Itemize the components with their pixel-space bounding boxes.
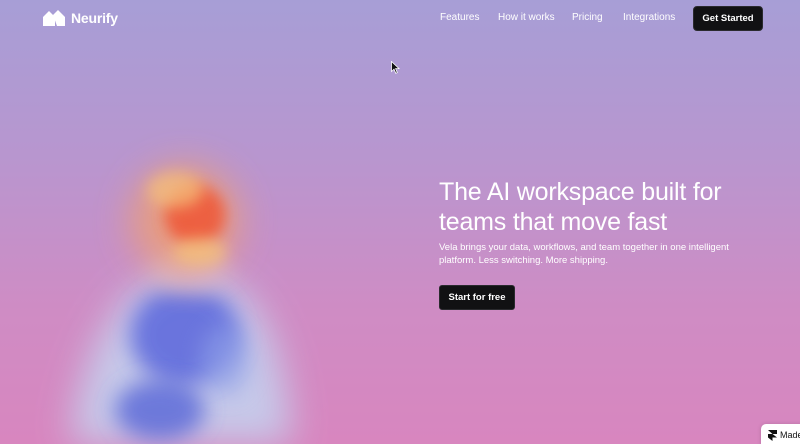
nav-link-integrations[interactable]: Integrations xyxy=(623,12,675,23)
nav-link-pricing[interactable]: Pricing xyxy=(572,12,603,23)
mouse-cursor-icon xyxy=(391,61,400,74)
made-with-badge[interactable]: Made xyxy=(761,424,800,444)
brand-logo[interactable]: Neurify xyxy=(43,10,118,26)
top-nav: Neurify Features How it works Pricing In… xyxy=(0,0,800,38)
badge-label: Made xyxy=(780,430,800,440)
nav-link-how-it-works[interactable]: How it works xyxy=(498,12,555,23)
framer-icon xyxy=(768,429,777,441)
brand-name: Neurify xyxy=(71,10,118,26)
hero-title: The AI workspace built for teams that mo… xyxy=(439,178,722,236)
hero-subtitle: Vela brings your data, workflows, and te… xyxy=(439,242,729,266)
nav-link-features[interactable]: Features xyxy=(440,12,479,23)
get-started-button[interactable]: Get Started xyxy=(693,6,763,31)
neurify-logo-icon xyxy=(43,10,65,26)
start-for-free-button[interactable]: Start for free xyxy=(439,285,515,310)
